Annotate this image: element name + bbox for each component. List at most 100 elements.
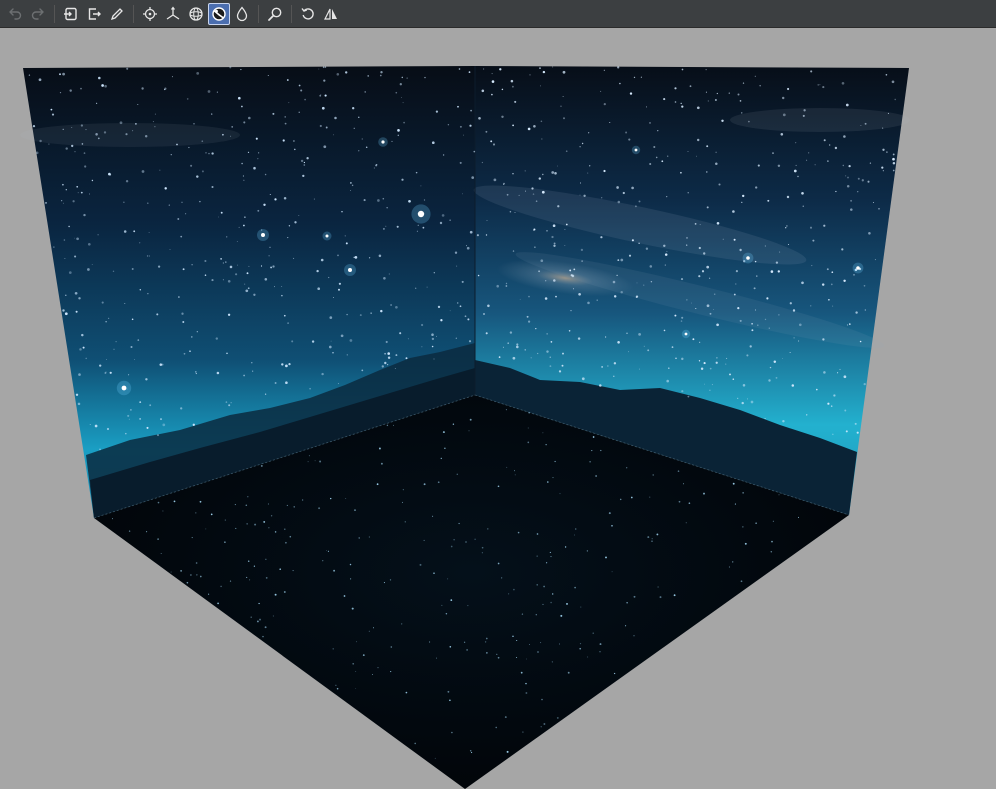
star <box>279 568 281 570</box>
mirror-button[interactable] <box>320 3 342 25</box>
star <box>83 213 86 217</box>
star <box>234 504 236 506</box>
star <box>227 280 231 283</box>
star <box>218 216 219 218</box>
star <box>831 271 834 274</box>
star <box>370 312 372 314</box>
star <box>395 354 398 357</box>
star <box>599 651 601 653</box>
star <box>368 257 371 259</box>
reset-button[interactable] <box>297 3 319 25</box>
star <box>210 513 213 516</box>
star <box>571 274 575 278</box>
star <box>801 281 804 285</box>
star <box>53 246 55 248</box>
star <box>469 124 472 127</box>
star <box>733 238 736 241</box>
star <box>521 613 524 615</box>
star <box>80 191 83 194</box>
star <box>589 460 591 463</box>
undo-button[interactable] <box>4 3 26 25</box>
star <box>205 528 207 530</box>
star <box>891 80 895 84</box>
star <box>259 618 261 621</box>
star <box>501 88 504 91</box>
star <box>270 266 273 269</box>
star <box>561 364 564 367</box>
star <box>268 255 270 257</box>
star <box>487 528 489 530</box>
star <box>564 228 566 230</box>
star <box>535 614 537 616</box>
star <box>274 593 277 596</box>
star <box>568 330 571 332</box>
star <box>378 254 382 258</box>
star <box>792 309 796 312</box>
star <box>741 112 743 114</box>
environment-sphere-icon <box>212 6 226 21</box>
star <box>625 625 627 627</box>
star <box>753 287 756 290</box>
star <box>244 216 246 218</box>
star <box>650 280 653 283</box>
import-button[interactable] <box>60 3 82 25</box>
star <box>304 98 306 101</box>
export-button[interactable] <box>83 3 105 25</box>
star <box>380 71 383 74</box>
star <box>336 687 339 690</box>
zoom-button[interactable] <box>264 3 286 25</box>
star <box>764 245 767 247</box>
star <box>540 120 543 123</box>
star <box>770 551 773 553</box>
star <box>146 531 148 533</box>
star <box>442 431 445 434</box>
sphere-button[interactable] <box>185 3 207 25</box>
redo-button[interactable] <box>27 3 49 25</box>
star <box>777 164 781 168</box>
drop-button[interactable] <box>231 3 253 25</box>
star <box>477 274 480 277</box>
star <box>552 477 554 479</box>
star <box>882 170 884 172</box>
star <box>666 379 669 383</box>
star <box>822 86 825 89</box>
star <box>698 360 701 362</box>
star <box>751 322 753 325</box>
star <box>552 224 556 228</box>
toolbar <box>0 0 996 28</box>
star <box>663 244 666 248</box>
star <box>715 162 718 165</box>
star <box>853 273 855 276</box>
environment-button[interactable] <box>208 2 230 25</box>
star <box>560 105 562 107</box>
bright-star <box>746 256 750 260</box>
star <box>664 264 666 266</box>
toolbar-separator <box>133 4 134 23</box>
axes-button[interactable] <box>162 3 184 25</box>
star <box>380 309 383 313</box>
star <box>491 73 493 75</box>
star <box>415 287 417 289</box>
star <box>766 297 769 300</box>
star <box>401 623 403 625</box>
star <box>318 68 320 70</box>
star <box>98 76 101 80</box>
star <box>787 87 790 91</box>
star <box>546 350 549 353</box>
star <box>705 69 707 71</box>
target-button[interactable] <box>139 3 161 25</box>
3d-viewport[interactable] <box>0 29 996 789</box>
star <box>777 270 780 273</box>
star <box>181 312 184 315</box>
star <box>732 561 734 563</box>
star <box>698 275 701 278</box>
edit-button[interactable] <box>106 3 128 25</box>
star <box>65 147 68 150</box>
star <box>580 248 584 252</box>
star <box>133 230 136 233</box>
star <box>770 270 774 273</box>
star <box>680 320 683 322</box>
environment-cube-scene[interactable] <box>0 29 996 789</box>
star <box>128 530 131 532</box>
star <box>415 171 418 174</box>
